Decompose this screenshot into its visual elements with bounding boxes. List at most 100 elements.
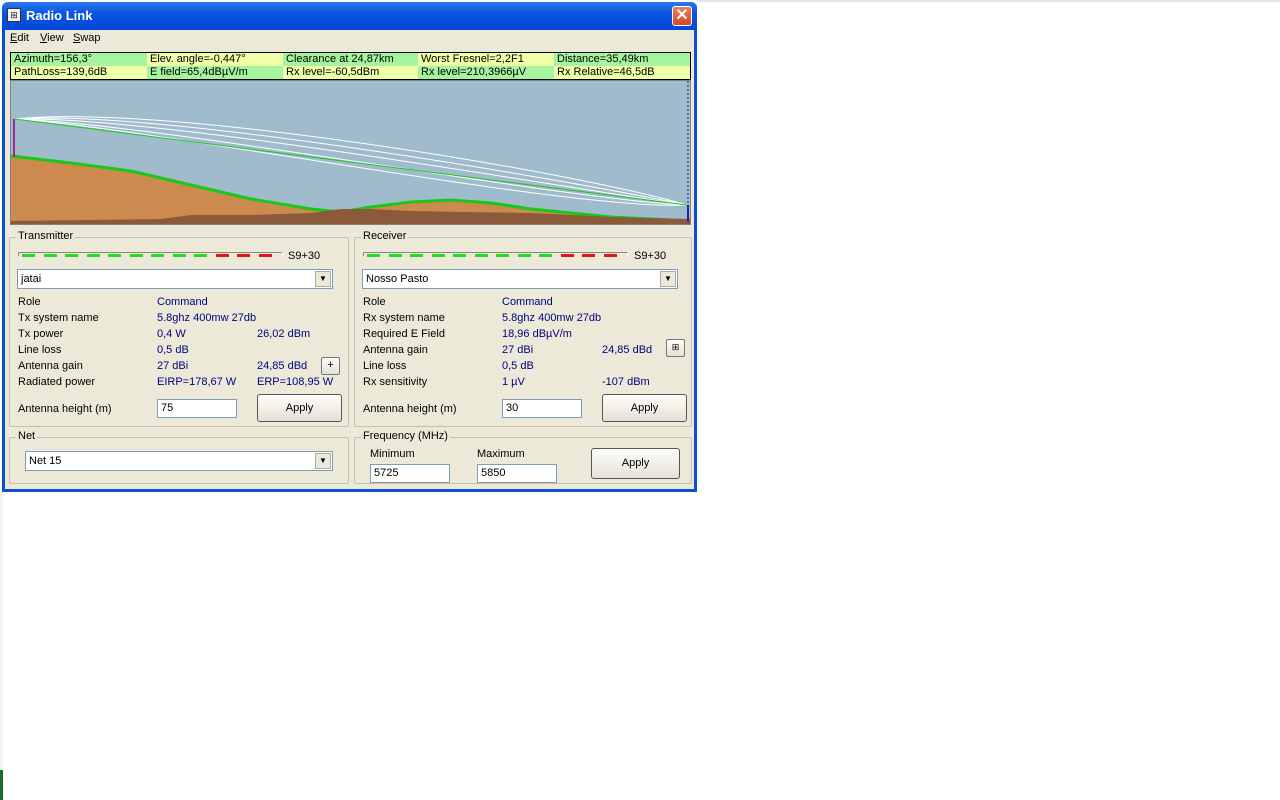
rx-line-loss-label: Line loss xyxy=(363,360,407,372)
rx-signal-meter xyxy=(363,252,663,260)
desktop-left-strip xyxy=(0,492,3,800)
window-client: Edit View Swap Azimuth=156,3° Elev. angl… xyxy=(5,30,694,489)
rx-sensitivity-label: Rx sensitivity xyxy=(363,376,428,388)
tx-meter-segment xyxy=(86,254,100,257)
transmitter-group: Transmitter S9+30 jatai ▼ Role Command T… xyxy=(9,230,349,427)
title-bar[interactable]: ⊞ Radio Link ✕ xyxy=(2,2,697,30)
net-group: Net Net 15 ▼ xyxy=(9,430,349,484)
rx-meter-segment xyxy=(496,254,509,257)
frequency-max-input[interactable]: 5850 xyxy=(477,464,557,483)
tx-site-value: jatai xyxy=(21,273,42,285)
close-button[interactable]: ✕ xyxy=(672,6,692,26)
rx-antenna-gain-dbi: 27 dBi xyxy=(502,344,534,356)
rx-meter-segment xyxy=(582,254,595,257)
tx-role-label: Role xyxy=(18,296,41,308)
net-select[interactable]: Net 15 ▼ xyxy=(25,451,333,471)
rx-meter-segment xyxy=(603,254,617,257)
radio-link-window: ⊞ Radio Link ✕ Edit View Swap Azimuth=15… xyxy=(2,2,697,492)
transmitter-title: Transmitter xyxy=(16,230,76,242)
menu-edit[interactable]: Edit xyxy=(10,32,29,44)
tx-meter-segment xyxy=(194,254,207,257)
rx-meter-segment xyxy=(560,254,574,257)
receiver-title: Receiver xyxy=(361,230,409,242)
frequency-min-label: Minimum xyxy=(370,448,415,460)
frequency-apply-button[interactable]: Apply xyxy=(591,448,680,479)
info-e-field: E field=65,4dBµV/m xyxy=(147,66,283,79)
desktop-top-strip xyxy=(697,0,1280,2)
rx-required-field-label: Required E Field xyxy=(363,328,445,340)
rx-required-field-value: 18,96 dBµV/m xyxy=(502,328,572,340)
rx-meter-segment xyxy=(388,254,402,257)
menu-swap[interactable]: Swap xyxy=(73,32,101,44)
rx-line-loss-value: 0,5 dB xyxy=(502,360,534,372)
tx-signal-meter xyxy=(18,252,318,260)
chevron-down-icon[interactable]: ▼ xyxy=(315,271,331,287)
menu-view[interactable]: View xyxy=(40,32,64,44)
rx-apply-button[interactable]: Apply xyxy=(602,394,687,422)
rx-role-label: Role xyxy=(363,296,386,308)
rx-meter-segment xyxy=(474,254,488,257)
tx-apply-button[interactable]: Apply xyxy=(257,394,342,422)
tx-eirp-value: EIRP=178,67 W xyxy=(157,376,237,388)
tx-meter-segment xyxy=(43,254,57,257)
chevron-down-icon[interactable]: ▼ xyxy=(315,453,331,469)
info-pathloss: PathLoss=139,6dB xyxy=(11,66,147,79)
tx-role-value: Command xyxy=(157,296,208,308)
tx-antenna-gain-label: Antenna gain xyxy=(18,360,83,372)
rx-meter-segment xyxy=(410,254,423,257)
tx-meter-label: S9+30 xyxy=(288,250,321,262)
menu-bar: Edit View Swap xyxy=(5,30,694,48)
rx-sensitivity-dbm: -107 dBm xyxy=(602,376,650,388)
tx-power-value: 0,4 W xyxy=(157,328,186,340)
rx-meter-segment xyxy=(517,254,531,257)
rx-site-value: Nosso Pasto xyxy=(366,273,429,285)
info-worst-fresnel: Worst Fresnel=2,2F1 xyxy=(418,53,554,66)
tx-line-loss-value: 0,5 dB xyxy=(157,344,189,356)
receiver-group: Receiver S9+30 Nosso Pasto ▼ Role Comman… xyxy=(354,230,692,427)
frequency-group: Frequency (MHz) Minimum 5725 Maximum 585… xyxy=(354,430,692,484)
tx-meter-segment xyxy=(258,254,272,257)
desktop-taskbar-fragment xyxy=(0,770,3,800)
tx-meter-segment xyxy=(22,254,35,257)
frequency-max-label: Maximum xyxy=(477,448,525,460)
tx-add-button[interactable]: + xyxy=(321,357,340,375)
rx-meter-segment xyxy=(539,254,552,257)
tx-meter-segment xyxy=(65,254,78,257)
rx-meter-segment xyxy=(431,254,445,257)
rx-site-select[interactable]: Nosso Pasto ▼ xyxy=(362,269,678,289)
rx-antenna-gain-label: Antenna gain xyxy=(363,344,428,356)
tx-erp-value: ERP=108,95 W xyxy=(257,376,334,388)
tx-system-name-value: 5.8ghz 400mw 27db xyxy=(157,312,257,324)
rx-antenna-options-icon[interactable]: ⊞ xyxy=(666,339,685,357)
tx-system-name-label: Tx system name xyxy=(18,312,99,324)
rx-antenna-height-input[interactable]: 30 xyxy=(502,399,582,418)
chevron-down-icon[interactable]: ▼ xyxy=(660,271,676,287)
tx-meter-segment xyxy=(172,254,186,257)
frequency-min-input[interactable]: 5725 xyxy=(370,464,450,483)
tx-meter-segment xyxy=(129,254,143,257)
rx-system-name-value: 5.8ghz 400mw 27db xyxy=(502,312,602,324)
info-azimuth: Azimuth=156,3° xyxy=(11,53,147,66)
path-profile[interactable] xyxy=(10,80,691,225)
info-rx-relative: Rx Relative=46,5dB xyxy=(554,66,690,79)
rx-antenna-gain-dbd: 24,85 dBd xyxy=(602,344,653,356)
info-distance: Distance=35,49km xyxy=(554,53,690,66)
tx-antenna-gain-dbi: 27 dBi xyxy=(157,360,189,372)
path-profile-graph xyxy=(11,81,690,224)
rx-role-value: Command xyxy=(502,296,553,308)
info-rx-level-dbm: Rx level=-60,5dBm xyxy=(283,66,418,79)
rx-meter-segment xyxy=(367,254,380,257)
link-info-panel: Azimuth=156,3° Elev. angle=-0,447° Clear… xyxy=(10,52,691,80)
tx-antenna-gain-dbd: 24,85 dBd xyxy=(257,360,308,372)
tx-antenna-height-label: Antenna height (m) xyxy=(18,403,112,415)
rx-system-name-label: Rx system name xyxy=(363,312,445,324)
rx-sensitivity-uv: 1 µV xyxy=(502,376,525,388)
tx-radiated-power-label: Radiated power xyxy=(18,376,96,388)
rx-meter-segment xyxy=(453,254,466,257)
tx-meter-segment xyxy=(108,254,121,257)
tx-antenna-height-input[interactable]: 75 xyxy=(157,399,237,418)
net-value: Net 15 xyxy=(29,455,62,467)
tx-site-select[interactable]: jatai ▼ xyxy=(17,269,333,289)
rx-antenna-height-label: Antenna height (m) xyxy=(363,403,457,415)
tx-power-dbm: 26,02 dBm xyxy=(257,328,311,340)
